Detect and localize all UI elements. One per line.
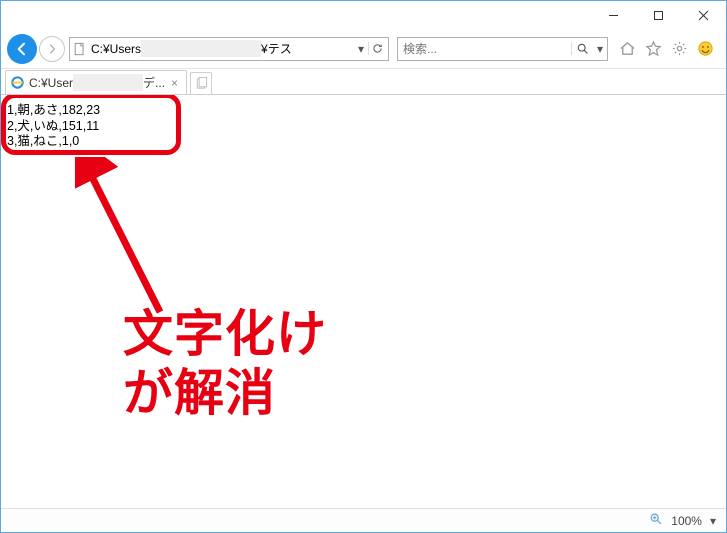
status-bar: 100% ▾ [1, 508, 726, 532]
zoom-icon[interactable] [649, 512, 663, 529]
csv-line: 2,犬,いぬ,151,11 [7, 119, 720, 135]
home-icon[interactable] [618, 40, 636, 58]
csv-line: 1,朝,あさ,182,23 [7, 103, 720, 119]
search-input[interactable] [398, 42, 571, 56]
toolbar-icons [612, 40, 720, 58]
address-suffix: ¥テス [261, 42, 292, 56]
ie-icon [10, 75, 25, 90]
tab-redacted [73, 74, 143, 91]
refresh-button[interactable] [368, 42, 386, 55]
csv-line: 3,猫,ねこ,1,0 [7, 134, 720, 150]
tab-close-icon[interactable]: × [169, 76, 180, 90]
search-box[interactable]: ▾ [397, 37, 608, 61]
address-prefix: C:¥Users [91, 42, 141, 56]
annotation-text: 文字化け が解消 [123, 305, 327, 423]
tab-label: C:¥User デ... [29, 74, 165, 91]
address-bar[interactable]: C:¥Users ¥テス ▾ [69, 37, 389, 61]
page-icon [72, 41, 88, 57]
nav-buttons [7, 34, 65, 64]
favorites-icon[interactable] [644, 40, 662, 58]
annotation-line1: 文字化け [123, 305, 327, 364]
close-button[interactable] [681, 1, 726, 29]
gear-icon[interactable] [670, 40, 688, 58]
new-tab-button[interactable] [190, 72, 212, 94]
address-dropdown-icon[interactable]: ▾ [354, 42, 368, 56]
address-redacted [141, 40, 261, 57]
csv-text: 1,朝,あさ,182,23 2,犬,いぬ,151,11 3,猫,ねこ,1,0 [7, 103, 720, 150]
tab-prefix: C:¥User [29, 76, 73, 90]
toolbar: C:¥Users ¥テス ▾ ▾ [1, 29, 726, 69]
minimize-button[interactable] [591, 1, 636, 29]
ie-window: C:¥Users ¥テス ▾ ▾ [0, 0, 727, 533]
tabs-row: C:¥User デ... × [1, 69, 726, 95]
zoom-dropdown-icon[interactable]: ▾ [710, 514, 716, 528]
window-titlebar [1, 1, 726, 29]
address-text: C:¥Users ¥テス [91, 40, 354, 57]
search-button[interactable] [571, 42, 593, 55]
tab-active[interactable]: C:¥User デ... × [5, 70, 187, 94]
maximize-button[interactable] [636, 1, 681, 29]
annotation-line2: が解消 [123, 364, 327, 423]
smiley-icon[interactable] [696, 40, 714, 58]
back-button[interactable] [7, 34, 37, 64]
annotation-arrow [75, 157, 185, 327]
content-area: 1,朝,あさ,182,23 2,犬,いぬ,151,11 3,猫,ねこ,1,0 文… [1, 95, 726, 508]
forward-button[interactable] [39, 36, 65, 62]
zoom-level[interactable]: 100% [671, 514, 702, 528]
tab-suffix: デ... [143, 76, 165, 90]
search-dropdown-icon[interactable]: ▾ [593, 42, 607, 56]
